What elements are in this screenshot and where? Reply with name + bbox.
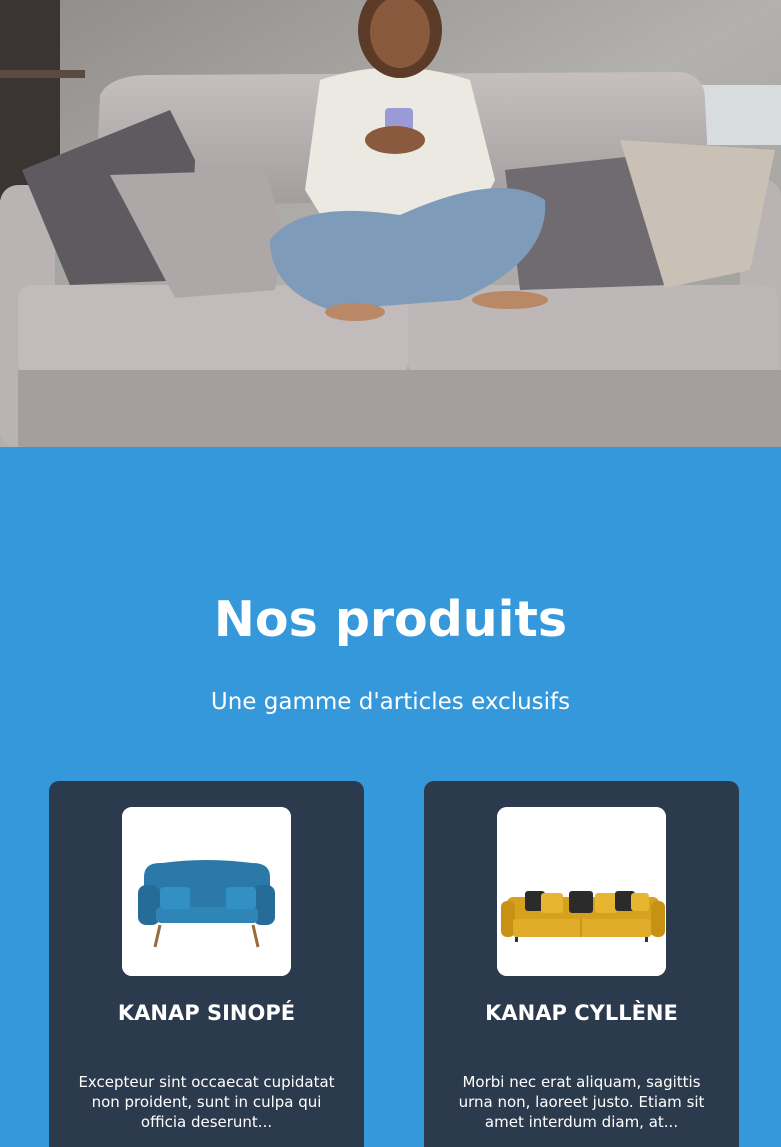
product-image-box bbox=[497, 807, 666, 976]
section-subtitle: Une gamme d'articles exclusifs bbox=[210, 689, 571, 715]
blue-sofa-image bbox=[122, 807, 291, 976]
hero-banner bbox=[0, 0, 781, 447]
product-card-sinope[interactable]: KANAP SINOPÉ Excepteur sint occaecat cup… bbox=[49, 781, 364, 1147]
yellow-sofa-image bbox=[497, 807, 666, 976]
products-section: Nos produits Une gamme d'articles exclus… bbox=[0, 447, 781, 1147]
product-card-cyllene[interactable]: KANAP CYLLÈNE Morbi nec erat aliquam, sa… bbox=[424, 781, 739, 1147]
product-description: Excepteur sint occaecat cupidatat non pr… bbox=[78, 1073, 335, 1131]
product-name: KANAP CYLLÈNE bbox=[485, 1001, 678, 1025]
section-title: Nos produits bbox=[213, 591, 568, 648]
product-name: KANAP SINOPÉ bbox=[117, 1001, 296, 1025]
product-description: Morbi nec erat aliquam, sagittis urna no… bbox=[458, 1073, 705, 1131]
hero-image bbox=[0, 0, 781, 447]
product-image-box bbox=[122, 807, 291, 976]
